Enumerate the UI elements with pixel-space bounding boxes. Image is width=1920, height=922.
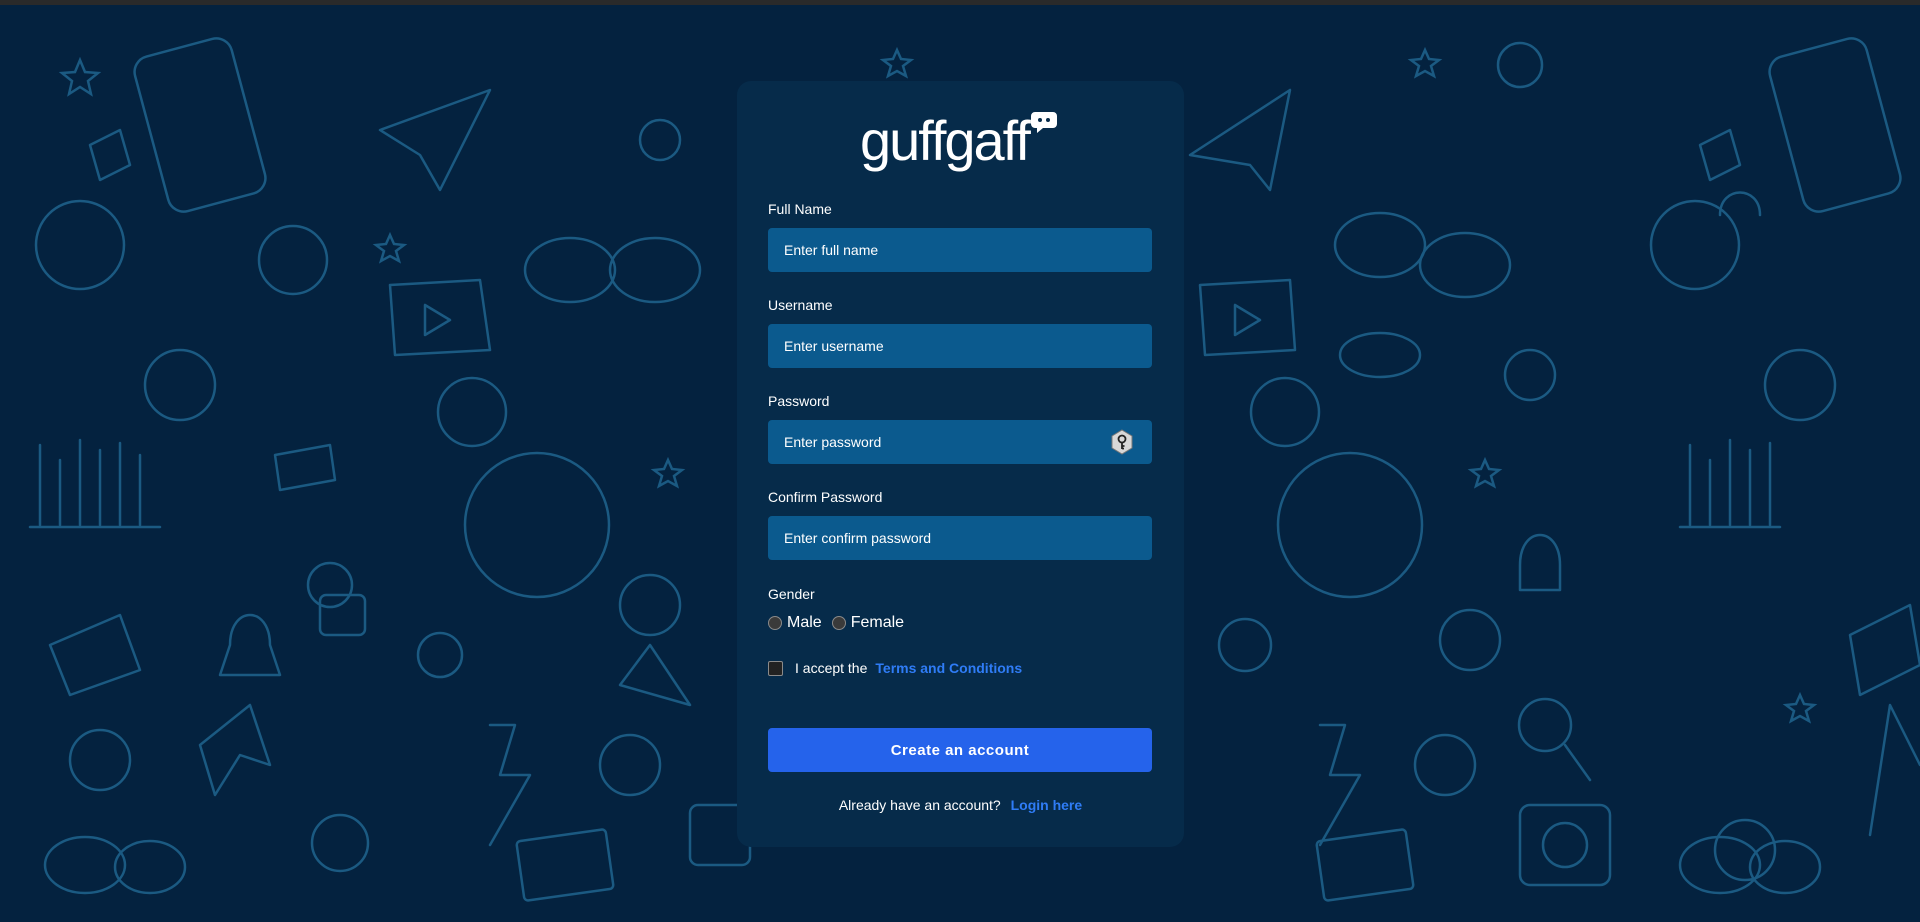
- paper-plane-doodle-icon: [378, 88, 492, 192]
- video-doodle-icon: [388, 278, 492, 357]
- logo-text: guffgaff: [860, 109, 1031, 172]
- lightning-doodle-icon: [488, 723, 532, 847]
- login-prompt: Already have an account? Login here: [737, 797, 1184, 813]
- smile-face-doodle-icon: [257, 224, 329, 296]
- gender-label: Gender: [768, 586, 815, 602]
- terms-checkbox[interactable]: [768, 660, 783, 676]
- signup-card: guffgaff Full Name Username Password Con…: [737, 81, 1184, 847]
- speech-bubble-icon: [1031, 112, 1057, 133]
- gender-male-label[interactable]: Male: [787, 614, 822, 632]
- phone-doodle-icon: [133, 37, 267, 213]
- full-name-input[interactable]: [768, 228, 1152, 272]
- arrow-doodle-icon: [198, 703, 272, 797]
- brand-logo[interactable]: guffgaff: [860, 109, 1070, 179]
- globe-doodle-icon: [463, 451, 611, 599]
- password-key-icon[interactable]: [1109, 429, 1135, 455]
- username-label: Username: [768, 297, 833, 313]
- sad-face-doodle-icon: [34, 199, 126, 291]
- username-input[interactable]: [768, 324, 1152, 368]
- login-link[interactable]: Login here: [1011, 797, 1083, 813]
- password-input[interactable]: [768, 420, 1152, 464]
- gender-female-radio[interactable]: [831, 616, 846, 630]
- create-account-button[interactable]: Create an account: [768, 728, 1152, 772]
- gender-options: Male Female: [768, 614, 914, 632]
- password-label: Password: [768, 393, 830, 409]
- full-name-label: Full Name: [768, 201, 832, 217]
- terms-link[interactable]: Terms and Conditions: [875, 660, 1022, 676]
- gender-female-label[interactable]: Female: [851, 614, 904, 632]
- login-prompt-text: Already have an account?: [838, 797, 1001, 813]
- confirm-password-label: Confirm Password: [768, 489, 883, 505]
- envelope-doodle-icon: [48, 613, 142, 697]
- bell-doodle-icon: [218, 613, 282, 677]
- gender-male-radio[interactable]: [768, 616, 782, 630]
- confirm-password-input[interactable]: [768, 516, 1152, 560]
- terms-row: I accept the Terms and Conditions: [768, 660, 1022, 676]
- bar-chart-doodle-icon: [28, 438, 162, 529]
- terms-text: I accept the: [795, 660, 868, 676]
